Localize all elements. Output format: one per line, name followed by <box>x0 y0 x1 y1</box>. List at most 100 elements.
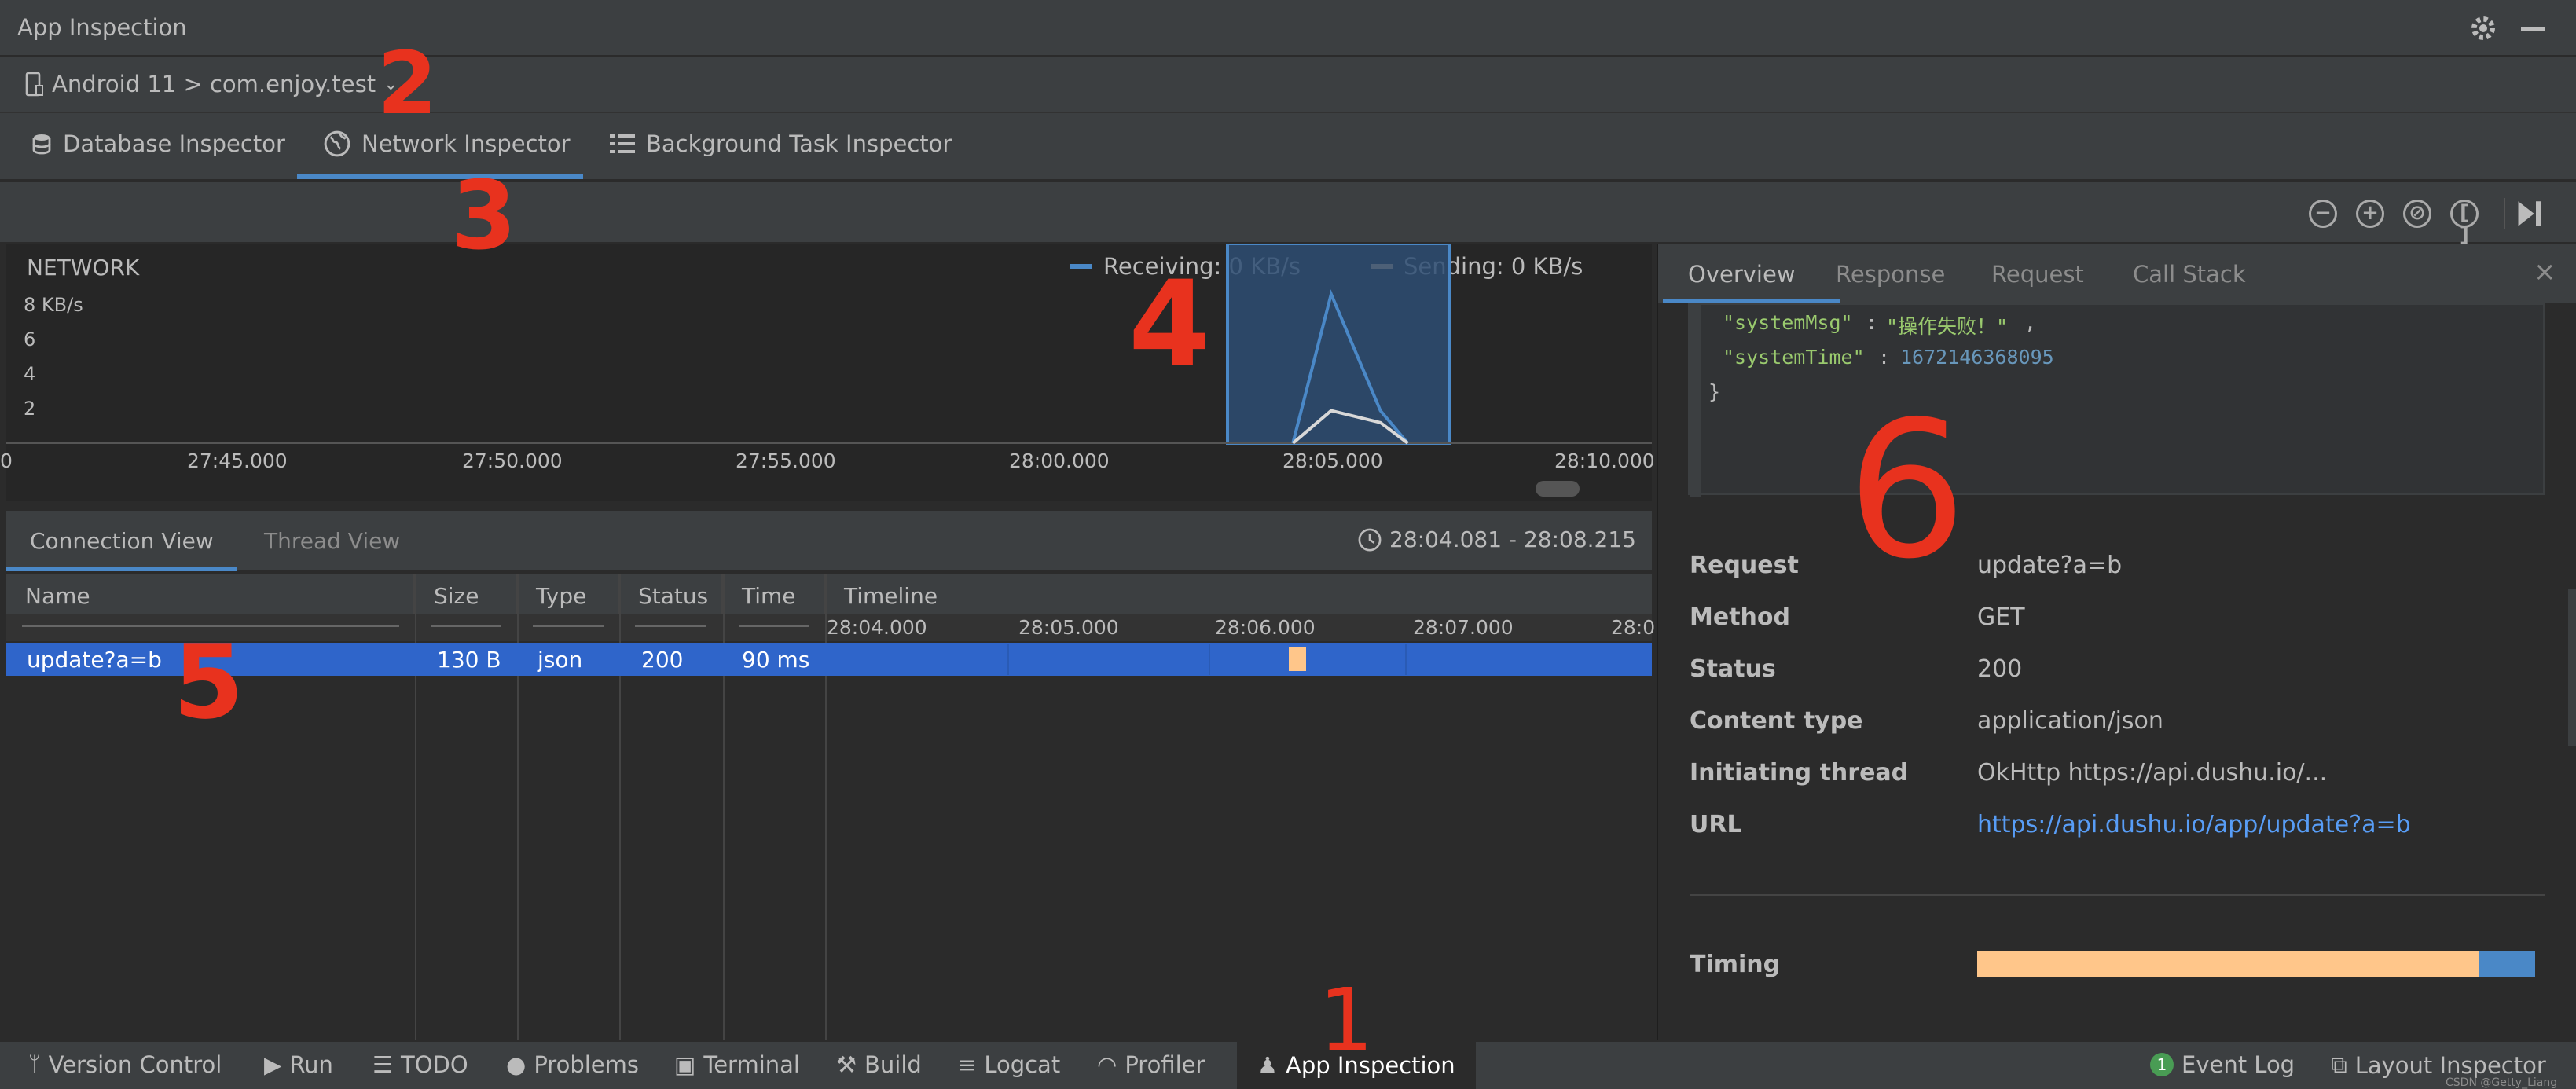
tab-call-stack[interactable]: Call Stack <box>2133 261 2246 288</box>
toolwindow-event-log[interactable]: 1 Event Log <box>2150 1051 2295 1078</box>
filter-underline <box>635 625 706 627</box>
gauge-icon: ◠ <box>1097 1051 1117 1078</box>
toolwindow-build[interactable]: ⚒ Build <box>836 1051 922 1078</box>
toolwindow-version-control[interactable]: ᛘ Version Control <box>28 1051 222 1078</box>
network-chart[interactable]: NETWORK 8 KB/s 6 4 2 Receiving: 0 KB/s S… <box>0 244 1655 501</box>
chart-scrollbar[interactable] <box>1536 481 1580 497</box>
field-label-initiating-thread: Initiating thread <box>1690 759 1909 786</box>
toolwindow-logcat[interactable]: ≡ Logcat <box>957 1051 1060 1078</box>
terminal-icon: ▣ <box>674 1051 696 1078</box>
timeline-tick: 28:06.000 <box>1215 616 1316 639</box>
zoom-in-icon[interactable]: + <box>2356 200 2384 228</box>
column-header-timeline[interactable]: Timeline <box>825 574 1652 614</box>
tab-background-task-inspector[interactable]: Background Task Inspector <box>610 130 952 157</box>
toolwindow-label: Logcat <box>984 1051 1061 1078</box>
filter-underline <box>533 625 604 627</box>
toolwindow-label: Run <box>289 1051 333 1078</box>
tab-request[interactable]: Request <box>1991 261 2084 288</box>
android-icon: ♟ <box>1257 1052 1278 1079</box>
tab-overview[interactable]: Overview <box>1688 261 1796 288</box>
tab-thread-view[interactable]: Thread View <box>264 528 400 554</box>
scrollbar[interactable] <box>2568 589 2576 746</box>
annotation-5: 5 <box>173 622 244 742</box>
device-icon <box>25 72 43 97</box>
x-tick: 0 <box>0 449 13 472</box>
connection-detail-panel: Overview Response Request Call Stack × "… <box>1657 244 2576 1040</box>
clock-icon <box>1358 528 1382 551</box>
x-tick: 28:05.000 <box>1282 449 1383 472</box>
field-label-status: Status <box>1690 655 1776 683</box>
field-label-content-type: Content type <box>1690 707 1863 735</box>
toolwindow-problems[interactable]: ● Problems <box>506 1051 639 1078</box>
field-value-method: GET <box>1977 603 2025 631</box>
toolwindow-profiler[interactable]: ◠ Profiler <box>1097 1051 1205 1078</box>
zoom-out-icon[interactable]: − <box>2309 200 2337 228</box>
annotation-3: 3 <box>451 162 517 271</box>
column-header-status[interactable]: Status <box>619 574 723 614</box>
tab-network-inspector[interactable]: Network Inspector <box>324 130 571 157</box>
branch-icon: ᛘ <box>28 1053 41 1076</box>
annotation-6: 6 <box>1847 380 1967 600</box>
json-colon: : <box>1878 346 1891 368</box>
column-header-size[interactable]: Size <box>415 574 517 614</box>
column-header-name[interactable]: Name <box>6 574 415 614</box>
timeline-tick: 28:0 <box>1611 616 1656 639</box>
field-label-request: Request <box>1690 552 1799 579</box>
tab-label: Background Task Inspector <box>646 130 952 157</box>
device-selector[interactable]: Android 11 > com.enjoy.test ⌄ <box>25 71 398 97</box>
toolwindow-todo[interactable]: ☰ TODO <box>372 1051 468 1078</box>
cell-name: update?a=b <box>27 647 162 673</box>
timeline-gridline <box>1209 644 1210 675</box>
reset-zoom-icon[interactable]: ⊘ <box>2403 200 2431 228</box>
filter-underline <box>739 625 809 627</box>
profiler-toolbar: − + ⊘ [ ] <box>0 182 2576 246</box>
timeline-tick: 28:05.000 <box>1018 616 1119 639</box>
hammer-icon: ⚒ <box>836 1051 857 1078</box>
cell-status: 200 <box>641 647 684 673</box>
timeline-tick: 28:07.000 <box>1413 616 1514 639</box>
active-tab-indicator <box>6 567 237 571</box>
tab-connection-view[interactable]: Connection View <box>30 528 214 554</box>
active-tab-indicator <box>297 174 583 179</box>
layout-icon: ⧉ <box>2331 1051 2347 1078</box>
zoom-to-selection-icon[interactable]: [ ] <box>2450 200 2479 246</box>
annotation-4: 4 <box>1128 256 1211 393</box>
info-icon: ● <box>506 1051 527 1078</box>
response-preview: "systemMsg" : "操作失败！" , "systemTime" : 1… <box>1688 303 2545 497</box>
gear-icon[interactable] <box>2468 13 2499 44</box>
play-icon: ▶ <box>264 1051 282 1078</box>
timeline-tick: 28:04.000 <box>827 616 927 639</box>
minimize-icon[interactable] <box>2521 27 2545 31</box>
logcat-icon: ≡ <box>957 1051 977 1078</box>
timing-bar <box>1977 951 2535 977</box>
x-tick: 27:55.000 <box>736 449 836 472</box>
toolbar-divider <box>2504 198 2505 229</box>
section-divider <box>1690 894 2545 896</box>
field-value-initiating-thread: OkHttp https://api.dushu.io/... <box>1977 759 2328 786</box>
json-key: "systemTime" <box>1723 346 1865 368</box>
field-value-content-type: application/json <box>1977 707 2163 735</box>
json-colon: : <box>1866 311 1878 334</box>
toolwindow-run[interactable]: ▶ Run <box>264 1051 333 1078</box>
json-brace: } <box>1708 380 1721 403</box>
cell-size: 130 B <box>437 647 501 673</box>
toolwindow-terminal[interactable]: ▣ Terminal <box>674 1051 800 1078</box>
request-timeline-bar[interactable] <box>1289 647 1306 671</box>
url-link[interactable]: https://api.dushu.io/app/update?a=b <box>1977 811 2411 838</box>
json-number: 1672146368095 <box>1900 346 2054 368</box>
go-live-icon[interactable] <box>2515 200 2543 228</box>
tab-database-inspector[interactable]: Database Inspector <box>31 130 285 157</box>
close-icon[interactable]: × <box>2534 256 2556 288</box>
column-header-type[interactable]: Type <box>517 574 619 614</box>
gutter <box>1690 305 1701 497</box>
json-comma: , <box>2024 311 2037 334</box>
watermark: CSDN @Getty_Liang <box>2446 1076 2558 1089</box>
list-icon <box>610 134 635 153</box>
tab-response[interactable]: Response <box>1836 261 1945 288</box>
toolwindow-layout-inspector[interactable]: ⧉ Layout Inspector <box>2331 1051 2546 1079</box>
globe-icon <box>324 130 350 157</box>
toolwindow-label: Version Control <box>48 1051 222 1078</box>
column-header-time[interactable]: Time <box>723 574 825 614</box>
x-tick: 28:00.000 <box>1009 449 1110 472</box>
x-tick: 27:50.000 <box>462 449 563 472</box>
